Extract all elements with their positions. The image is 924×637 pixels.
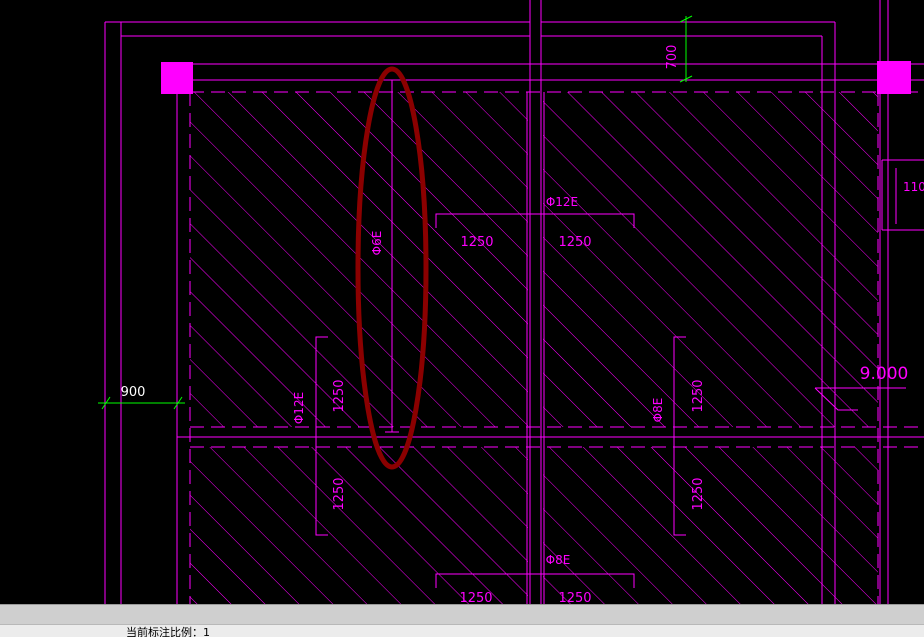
hatch-panel-bottom-right xyxy=(543,447,878,604)
dimension-700: 700 xyxy=(665,45,680,70)
horizontal-scrollbar[interactable] xyxy=(0,604,924,624)
rebar-label-phi8e-right: Φ8E xyxy=(651,398,665,423)
rebar-dim-1250-top-right: 1250 xyxy=(558,235,591,250)
column-top-left[interactable] xyxy=(161,62,193,94)
rebar-dim-1250-left-lower: 1250 xyxy=(332,477,347,510)
rebar-dim-1250-bottom-right: 1250 xyxy=(558,591,591,604)
room-tag-fragment: 110( xyxy=(903,180,924,194)
rebar-label-phi12e-top: Φ12E xyxy=(546,195,578,209)
drawing-canvas[interactable]: 700 900 Φ12E 1250 1250 Φ6E Φ12E 1250 125… xyxy=(0,0,924,604)
cad-application: 700 900 Φ12E 1250 1250 Φ6E Φ12E 1250 125… xyxy=(0,0,924,637)
elevation-label: 9.000 xyxy=(860,364,909,384)
hatch-panel-bottom-left xyxy=(190,447,528,604)
dimension-900: 900 xyxy=(121,385,146,400)
rebar-dim-1250-top-left: 1250 xyxy=(460,235,493,250)
rebar-dim-1250-left-upper: 1250 xyxy=(332,379,347,412)
rebar-dim-1250-right-lower: 1250 xyxy=(691,477,706,510)
status-scale-text: 当前标注比例：1 xyxy=(126,626,210,637)
status-bar: 当前标注比例：1 xyxy=(0,624,924,637)
hatch-panel-top-right xyxy=(543,92,878,427)
rebar-dim-1250-bottom-left: 1250 xyxy=(459,591,492,604)
rebar-label-phi8e-bottom: Φ8E xyxy=(546,553,571,567)
rebar-label-phi12e-left: Φ12E xyxy=(292,392,306,424)
rebar-label-phi6e[interactable]: Φ6E xyxy=(370,231,384,256)
rebar-dim-1250-right-upper: 1250 xyxy=(691,379,706,412)
column-top-right[interactable] xyxy=(877,61,911,94)
